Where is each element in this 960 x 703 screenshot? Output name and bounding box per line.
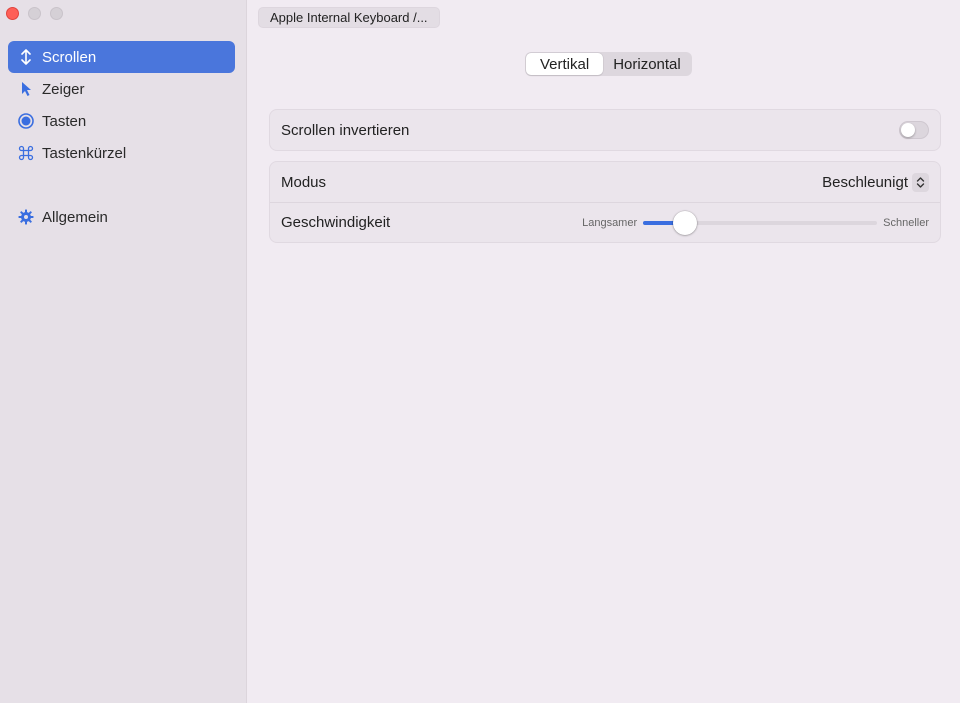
command-key-icon — [18, 145, 34, 161]
speed-slider-group: Langsamer Schneller — [582, 210, 929, 235]
sidebar-item-tastenkuerzel[interactable]: Tastenkürzel — [8, 137, 235, 169]
sidebar-item-allgemein[interactable]: Allgemein — [8, 201, 235, 233]
zoom-window-button[interactable] — [50, 7, 63, 20]
speed-slider[interactable] — [643, 210, 878, 235]
sidebar-item-label: Tasten — [42, 112, 87, 130]
sidebar: Scrollen Zeiger Tasten Tastenkürzel Allg… — [0, 0, 247, 703]
mode-row: Modus Beschleunigt — [270, 162, 940, 202]
close-window-button[interactable] — [6, 7, 19, 20]
sidebar-item-tasten[interactable]: Tasten — [8, 105, 235, 137]
window-controls — [6, 7, 63, 20]
segment-vertikal[interactable]: Vertikal — [526, 53, 604, 75]
slider-thumb[interactable] — [672, 210, 697, 235]
invert-scroll-row: Scrollen invertieren — [270, 110, 940, 150]
sidebar-nav: Scrollen Zeiger Tasten Tastenkürzel Allg… — [8, 41, 235, 233]
mode-value: Beschleunigt — [822, 173, 908, 191]
invert-scroll-label: Scrollen invertieren — [281, 121, 410, 139]
main-content: Apple Internal Keyboard /... Vertikal Ho… — [247, 0, 960, 703]
mode-popup-button[interactable]: Beschleunigt — [822, 172, 929, 192]
minimize-window-button[interactable] — [28, 7, 41, 20]
segment-horizontal[interactable]: Horizontal — [603, 53, 691, 75]
sidebar-item-label: Allgemein — [42, 208, 108, 226]
device-selector-button[interactable]: Apple Internal Keyboard /... — [258, 7, 440, 28]
app-window: Scrollen Zeiger Tasten Tastenkürzel Allg… — [0, 0, 960, 703]
button-circle-icon — [18, 113, 34, 129]
scroll-direction-segmented-control: Vertikal Horizontal — [525, 52, 692, 76]
sidebar-item-zeiger[interactable]: Zeiger — [8, 73, 235, 105]
scroll-arrows-icon — [18, 49, 34, 65]
gear-icon — [18, 209, 34, 225]
sidebar-item-scrollen[interactable]: Scrollen — [8, 41, 235, 73]
speed-settings-card: Modus Beschleunigt Geschwindigkeit Langs… — [269, 161, 941, 243]
sidebar-item-label: Tastenkürzel — [42, 144, 127, 162]
chevron-up-down-icon — [912, 172, 929, 192]
slider-max-label: Schneller — [883, 216, 929, 229]
speed-label: Geschwindigkeit — [281, 214, 391, 231]
invert-scroll-toggle[interactable] — [899, 121, 929, 139]
sidebar-item-label: Scrollen — [42, 48, 97, 66]
mode-label: Modus — [281, 173, 327, 191]
sidebar-item-label: Zeiger — [42, 80, 85, 98]
toggle-knob — [901, 123, 915, 137]
speed-row: Geschwindigkeit Langsamer Schneller — [270, 202, 940, 242]
invert-settings-card: Scrollen invertieren — [269, 109, 941, 151]
pointer-icon — [18, 81, 34, 97]
slider-min-label: Langsamer — [582, 216, 638, 229]
